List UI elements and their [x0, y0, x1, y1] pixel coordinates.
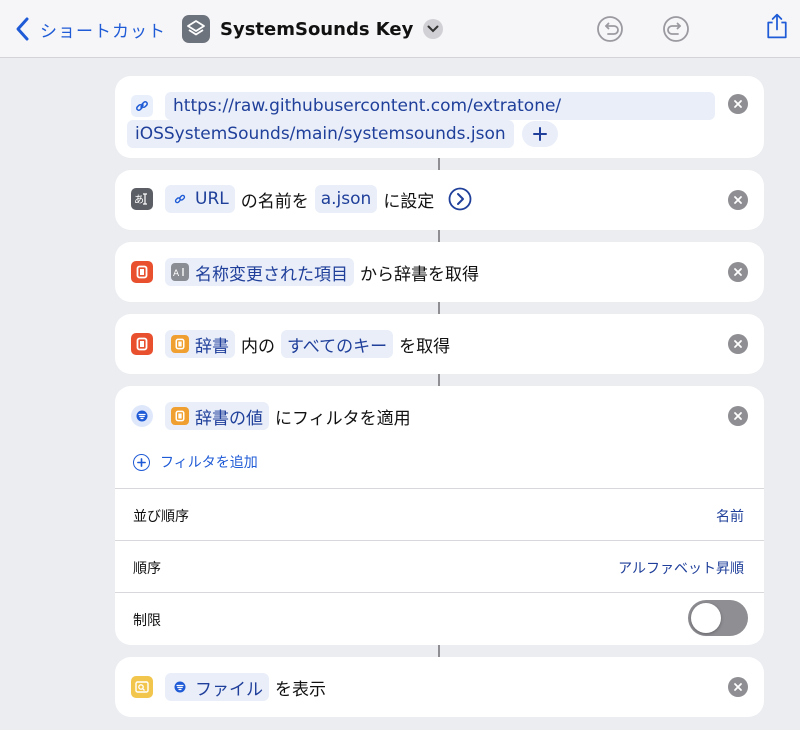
set-name-text2: に設定	[383, 191, 435, 212]
url-token[interactable]: URL	[165, 185, 235, 213]
sort-by-value[interactable]: 名前	[716, 506, 744, 526]
remove-action-button[interactable]	[728, 677, 748, 697]
set-name-text1: の名前を	[240, 191, 309, 212]
dictionary-values-token[interactable]: 辞書の値	[165, 402, 269, 430]
text-icon: あ	[131, 188, 153, 210]
close-icon	[734, 412, 742, 420]
back-label: ショートカット	[40, 21, 166, 42]
set-name-action-card[interactable]: あ URL の名前を a.json に設定	[115, 170, 764, 230]
url-row-2: iOSSystemSounds/main/systemsounds.json	[127, 120, 558, 148]
text-ai-icon: A	[171, 263, 189, 281]
undo-icon[interactable]	[596, 15, 624, 43]
url-token-label: URL	[195, 189, 229, 209]
plus-circle-icon	[133, 453, 150, 471]
divider	[115, 488, 764, 489]
remove-action-button[interactable]	[728, 334, 748, 354]
filename-token[interactable]: a.json	[314, 185, 378, 213]
close-icon	[734, 340, 742, 348]
limit-label: 制限	[133, 613, 161, 629]
filter-icon	[171, 678, 189, 696]
flow-connector	[438, 302, 440, 314]
dictionary-icon	[131, 261, 153, 283]
link-icon	[131, 95, 153, 117]
close-icon	[734, 268, 742, 276]
remove-action-button[interactable]	[728, 406, 748, 426]
show-row: ファイル を表示	[131, 673, 332, 701]
dictionary-icon	[131, 333, 153, 355]
chevron-down-icon[interactable]	[423, 19, 444, 39]
order-label: 順序	[133, 561, 161, 577]
link-icon	[171, 190, 189, 208]
quick-look-icon	[131, 676, 153, 698]
navigation-bar: ショートカット SystemSounds Key	[0, 0, 800, 58]
remove-action-button[interactable]	[728, 190, 748, 210]
back-button[interactable]: ショートカット	[12, 14, 166, 44]
toggle-knob	[691, 603, 721, 633]
url-text-line2[interactable]: iOSSystemSounds/main/systemsounds.json	[127, 120, 514, 148]
dictionary-icon	[171, 407, 189, 425]
show-text: を表示	[275, 679, 326, 700]
page-title: SystemSounds Key	[220, 18, 414, 40]
svg-text:あ: あ	[134, 194, 144, 206]
url-action-card[interactable]: https://raw.githubusercontent.com/extrat…	[115, 76, 764, 158]
flow-connector	[438, 230, 440, 242]
close-icon	[734, 196, 742, 204]
get-dictionary-action-card[interactable]: A 名称変更された項目 から辞書を取得	[115, 242, 764, 302]
close-icon	[734, 683, 742, 691]
url-text-line1[interactable]: https://raw.githubusercontent.com/extrat…	[165, 92, 715, 120]
divider	[115, 592, 764, 593]
remove-action-button[interactable]	[728, 94, 748, 114]
show-file-action-card[interactable]: ファイル を表示	[115, 657, 764, 717]
file-token[interactable]: ファイル	[165, 673, 269, 701]
get-dict-text: から辞書を取得	[360, 264, 479, 285]
filter-action-card[interactable]: 辞書の値 にフィルタを適用 フィルタを追加 並び順序 名前 順序 アルファベット…	[115, 386, 764, 645]
renamed-item-label: 名称変更された項目	[195, 264, 348, 285]
title-area[interactable]: SystemSounds Key	[182, 14, 444, 44]
get-keys-row: 辞書 内の すべてのキー を取得	[131, 330, 456, 358]
add-url-button[interactable]	[521, 121, 558, 147]
divider	[115, 540, 764, 541]
redo-icon[interactable]	[662, 15, 690, 43]
layers-icon	[182, 15, 210, 43]
set-name-row: あ URL の名前を a.json に設定	[131, 185, 472, 213]
chevron-right-circle-icon[interactable]	[448, 187, 472, 211]
file-token-label: ファイル	[195, 679, 263, 700]
add-filter-button[interactable]: フィルタを追加	[133, 452, 258, 472]
plus-icon	[532, 127, 547, 141]
flow-connector	[438, 158, 440, 170]
dictionary-icon	[171, 335, 189, 353]
filter-row: 辞書の値 にフィルタを適用	[131, 402, 417, 430]
flow-connector	[438, 645, 440, 657]
dictionary-values-label: 辞書の値	[195, 408, 263, 429]
dictionary-token-label: 辞書	[195, 336, 229, 357]
url-row-1: https://raw.githubusercontent.com/extrat…	[131, 92, 715, 120]
renamed-item-token[interactable]: A 名称変更された項目	[165, 258, 354, 286]
dictionary-token[interactable]: 辞書	[165, 330, 235, 358]
share-icon[interactable]	[763, 12, 791, 40]
add-filter-label: フィルタを追加	[160, 455, 258, 471]
get-dict-row: A 名称変更された項目 から辞書を取得	[131, 258, 485, 286]
order-value[interactable]: アルファベット昇順	[618, 558, 744, 578]
get-keys-text1: 内の	[241, 336, 275, 357]
sort-by-label: 並び順序	[133, 509, 189, 525]
limit-toggle[interactable]	[688, 600, 748, 636]
get-keys-text2: を取得	[399, 336, 451, 357]
chevron-left-icon	[16, 17, 29, 41]
filter-icon	[131, 405, 153, 427]
remove-action-button[interactable]	[728, 262, 748, 282]
svg-text:A: A	[173, 269, 180, 278]
flow-connector	[438, 374, 440, 386]
close-icon	[734, 100, 742, 108]
filter-text: にフィルタを適用	[275, 408, 411, 429]
all-keys-token[interactable]: すべてのキー	[281, 330, 394, 358]
get-keys-action-card[interactable]: 辞書 内の すべてのキー を取得	[115, 314, 764, 374]
